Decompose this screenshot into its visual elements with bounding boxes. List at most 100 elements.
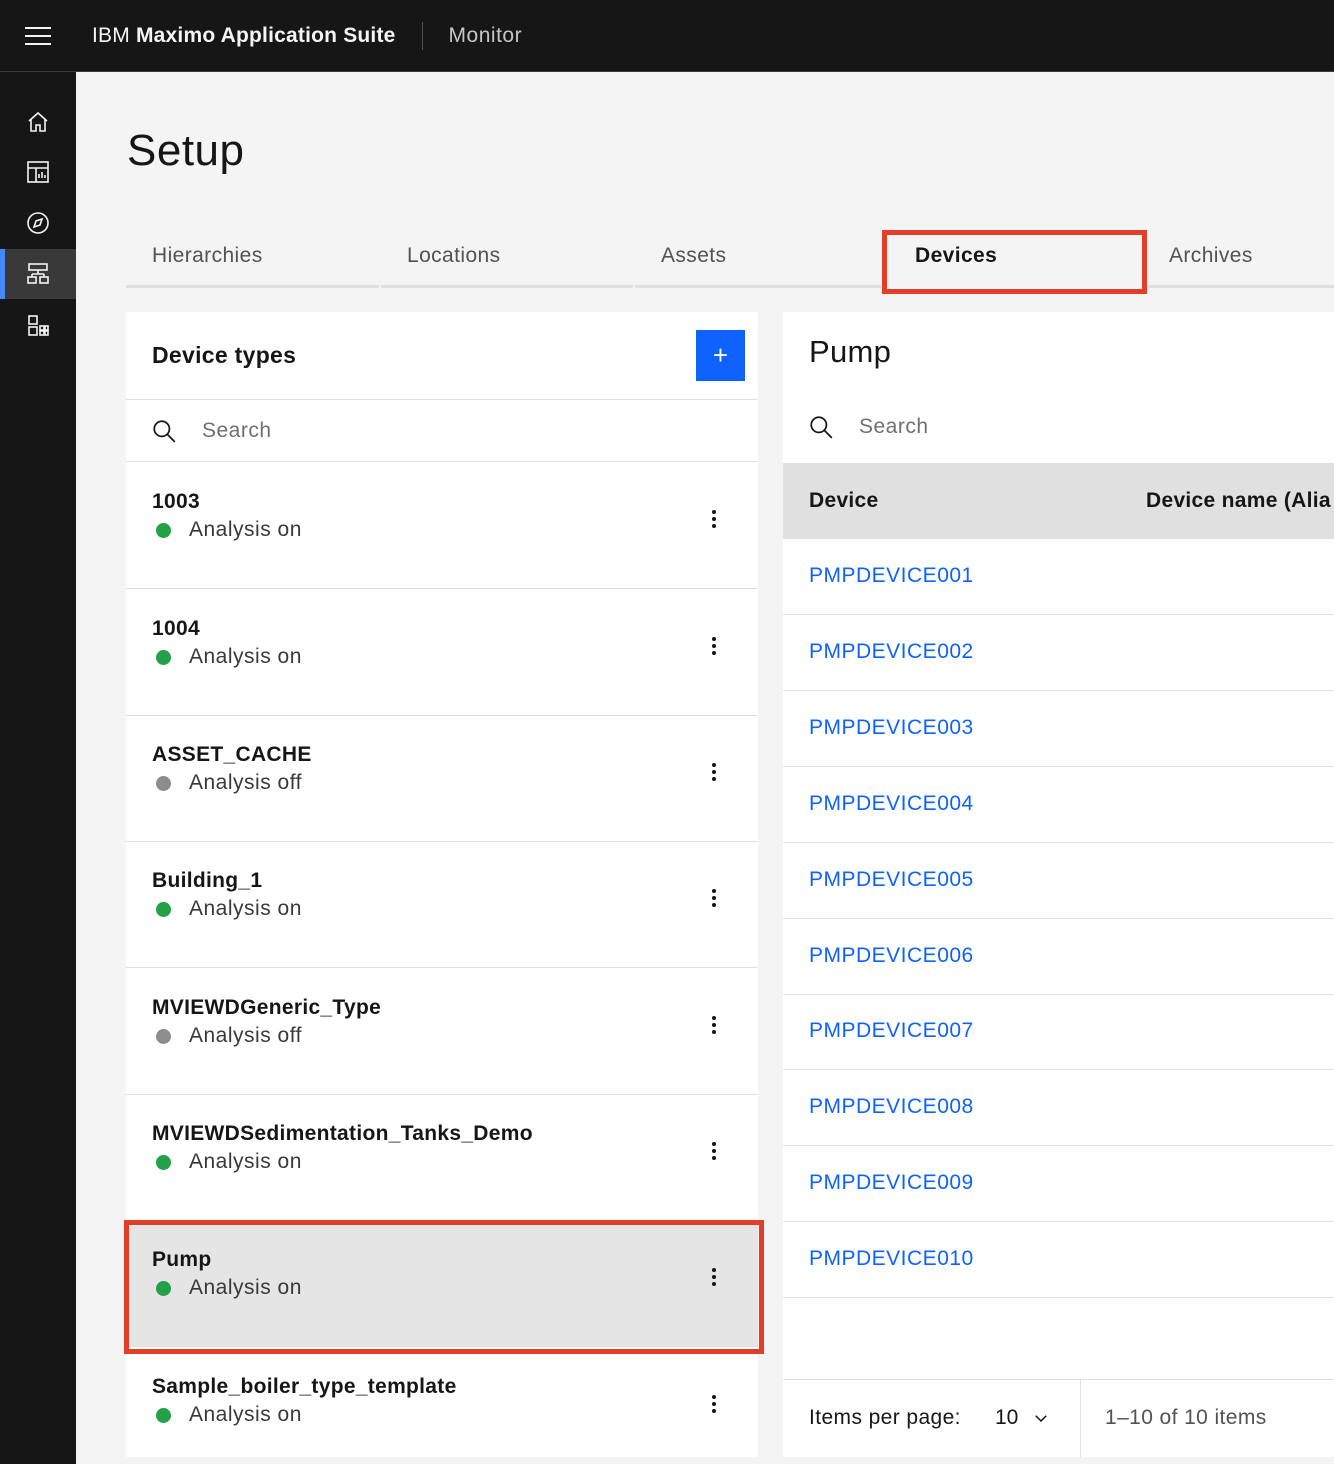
- chevron-down-icon: [1035, 1415, 1048, 1423]
- device-type-item[interactable]: MVIEWDSedimentation_Tanks_Demo Analysis …: [126, 1095, 758, 1221]
- device-type-status: Analysis on: [156, 1276, 302, 1300]
- overflow-menu-icon[interactable]: [698, 1261, 730, 1293]
- home-icon: [28, 111, 48, 132]
- pagination-divider: [1080, 1380, 1081, 1457]
- brand-name[interactable]: IBM Maximo Application Suite: [76, 24, 422, 48]
- product-name[interactable]: Monitor: [423, 24, 523, 48]
- top-header: IBM Maximo Application Suite Monitor: [0, 0, 1334, 72]
- setup-tabs: Hierarchies Locations Assets Devices Arc…: [126, 230, 1334, 288]
- pagination-range: 1–10 of 10 items: [1105, 1406, 1267, 1429]
- device-type-status-label: Analysis off: [189, 771, 302, 794]
- device-type-status: Analysis on: [156, 897, 302, 921]
- nav-home[interactable]: [0, 97, 76, 147]
- status-dot-icon: [156, 775, 171, 791]
- nav-setup[interactable]: [0, 249, 76, 299]
- device-type-status: Analysis on: [156, 518, 302, 542]
- device-type-item[interactable]: Building_1 Analysis on: [126, 842, 758, 968]
- device-types-panel: Device types + 1003 Analysis on 1004 Ana…: [126, 312, 758, 1457]
- device-type-status-label: Analysis on: [189, 645, 302, 668]
- column-header-device[interactable]: Device: [809, 489, 879, 513]
- search-icon: [126, 418, 202, 444]
- device-link[interactable]: PMPDEVICE003: [809, 716, 974, 740]
- search-icon: [783, 414, 859, 440]
- nav-catalog[interactable]: [0, 300, 76, 350]
- device-link[interactable]: PMPDEVICE006: [809, 944, 974, 968]
- device-type-item[interactable]: 1004 Analysis on: [126, 590, 758, 716]
- device-link[interactable]: PMPDEVICE001: [809, 564, 974, 588]
- device-type-name: MVIEWDGeneric_Type: [152, 996, 382, 1019]
- menu-icon[interactable]: [0, 0, 76, 72]
- device-type-status-label: Analysis on: [189, 1276, 302, 1299]
- table-row: PMPDEVICE001: [783, 539, 1334, 615]
- device-type-status-label: Analysis on: [189, 1403, 302, 1426]
- overflow-menu-icon[interactable]: [698, 630, 730, 662]
- tab-locations[interactable]: Locations: [381, 230, 633, 288]
- page-title: Setup: [127, 126, 245, 175]
- device-type-status: Analysis on: [156, 1150, 302, 1174]
- device-link[interactable]: PMPDEVICE005: [809, 868, 974, 892]
- overflow-menu-icon[interactable]: [698, 503, 730, 535]
- status-dot-icon: [156, 901, 171, 917]
- overflow-menu-icon[interactable]: [698, 1135, 730, 1167]
- devices-search: [783, 392, 1334, 462]
- device-types-search: [126, 399, 758, 462]
- side-nav: [0, 72, 76, 1464]
- device-link[interactable]: PMPDEVICE010: [809, 1247, 974, 1271]
- status-dot-icon: [156, 1280, 171, 1296]
- overflow-menu-icon[interactable]: [698, 1009, 730, 1041]
- overflow-menu-icon[interactable]: [698, 882, 730, 914]
- device-link[interactable]: PMPDEVICE004: [809, 792, 974, 816]
- compass-icon: [27, 212, 49, 234]
- overflow-menu-icon[interactable]: [698, 756, 730, 788]
- device-link[interactable]: PMPDEVICE008: [809, 1095, 974, 1119]
- device-link[interactable]: PMPDEVICE007: [809, 1019, 974, 1043]
- device-type-item[interactable]: 1003 Analysis on: [126, 463, 758, 589]
- device-type-item-pump[interactable]: Pump Analysis on: [126, 1221, 758, 1347]
- table-row: PMPDEVICE010: [783, 1222, 1334, 1298]
- device-type-name: 1003: [152, 490, 200, 513]
- nav-dashboard[interactable]: [0, 147, 76, 197]
- status-dot-icon: [156, 1028, 171, 1044]
- device-type-item[interactable]: Sample_boiler_type_template Analysis on: [126, 1348, 758, 1457]
- device-type-status-label: Analysis on: [189, 1150, 302, 1173]
- device-types-title: Device types: [152, 342, 297, 368]
- status-dot-icon: [156, 1407, 171, 1423]
- devices-panel-title: Pump: [809, 334, 892, 369]
- table-row: PMPDEVICE003: [783, 691, 1334, 767]
- device-link[interactable]: PMPDEVICE009: [809, 1171, 974, 1195]
- nav-explore[interactable]: [0, 198, 76, 248]
- dashboard-icon: [27, 161, 49, 183]
- device-type-status-label: Analysis on: [189, 897, 302, 920]
- device-link[interactable]: PMPDEVICE002: [809, 640, 974, 664]
- items-per-page-value: 10: [995, 1406, 1019, 1429]
- table-row: PMPDEVICE007: [783, 994, 1334, 1070]
- device-type-name: Building_1: [152, 869, 263, 892]
- brand-suite: Maximo Application Suite: [135, 23, 396, 47]
- tab-assets[interactable]: Assets: [635, 230, 887, 288]
- device-type-name: Sample_boiler_type_template: [152, 1375, 457, 1398]
- brand-prefix: IBM: [92, 23, 130, 47]
- devices-search-input[interactable]: [859, 415, 1279, 439]
- device-types-search-input[interactable]: [202, 418, 602, 443]
- device-type-item[interactable]: MVIEWDGeneric_Type Analysis off: [126, 969, 758, 1095]
- items-per-page-select[interactable]: 10: [995, 1398, 1050, 1438]
- device-type-name: MVIEWDSedimentation_Tanks_Demo: [152, 1122, 533, 1145]
- items-per-page-label: Items per page:: [809, 1406, 961, 1429]
- overflow-menu-icon[interactable]: [698, 1388, 730, 1420]
- table-row: PMPDEVICE002: [783, 615, 1334, 691]
- pagination: Items per page: 10 1–10 of 10 items: [783, 1379, 1334, 1457]
- device-type-item[interactable]: ASSET_CACHE Analysis off: [126, 716, 758, 842]
- tab-hierarchies[interactable]: Hierarchies: [126, 230, 379, 288]
- column-header-device-name[interactable]: Device name (Alia: [1146, 489, 1331, 513]
- tab-archives[interactable]: Archives: [1143, 230, 1334, 288]
- device-type-status: Analysis off: [156, 771, 302, 795]
- device-type-status-label: Analysis off: [189, 1024, 302, 1047]
- tab-devices[interactable]: Devices: [889, 230, 1141, 288]
- device-type-status: Analysis on: [156, 645, 302, 669]
- device-type-name: ASSET_CACHE: [152, 743, 312, 766]
- add-device-type-button[interactable]: +: [696, 330, 745, 381]
- device-type-name: 1004: [152, 617, 200, 640]
- table-row: PMPDEVICE006: [783, 919, 1334, 995]
- status-dot-icon: [156, 522, 171, 538]
- devices-panel: Pump Device Device name (Alia PMPDEVICE0…: [783, 312, 1334, 1457]
